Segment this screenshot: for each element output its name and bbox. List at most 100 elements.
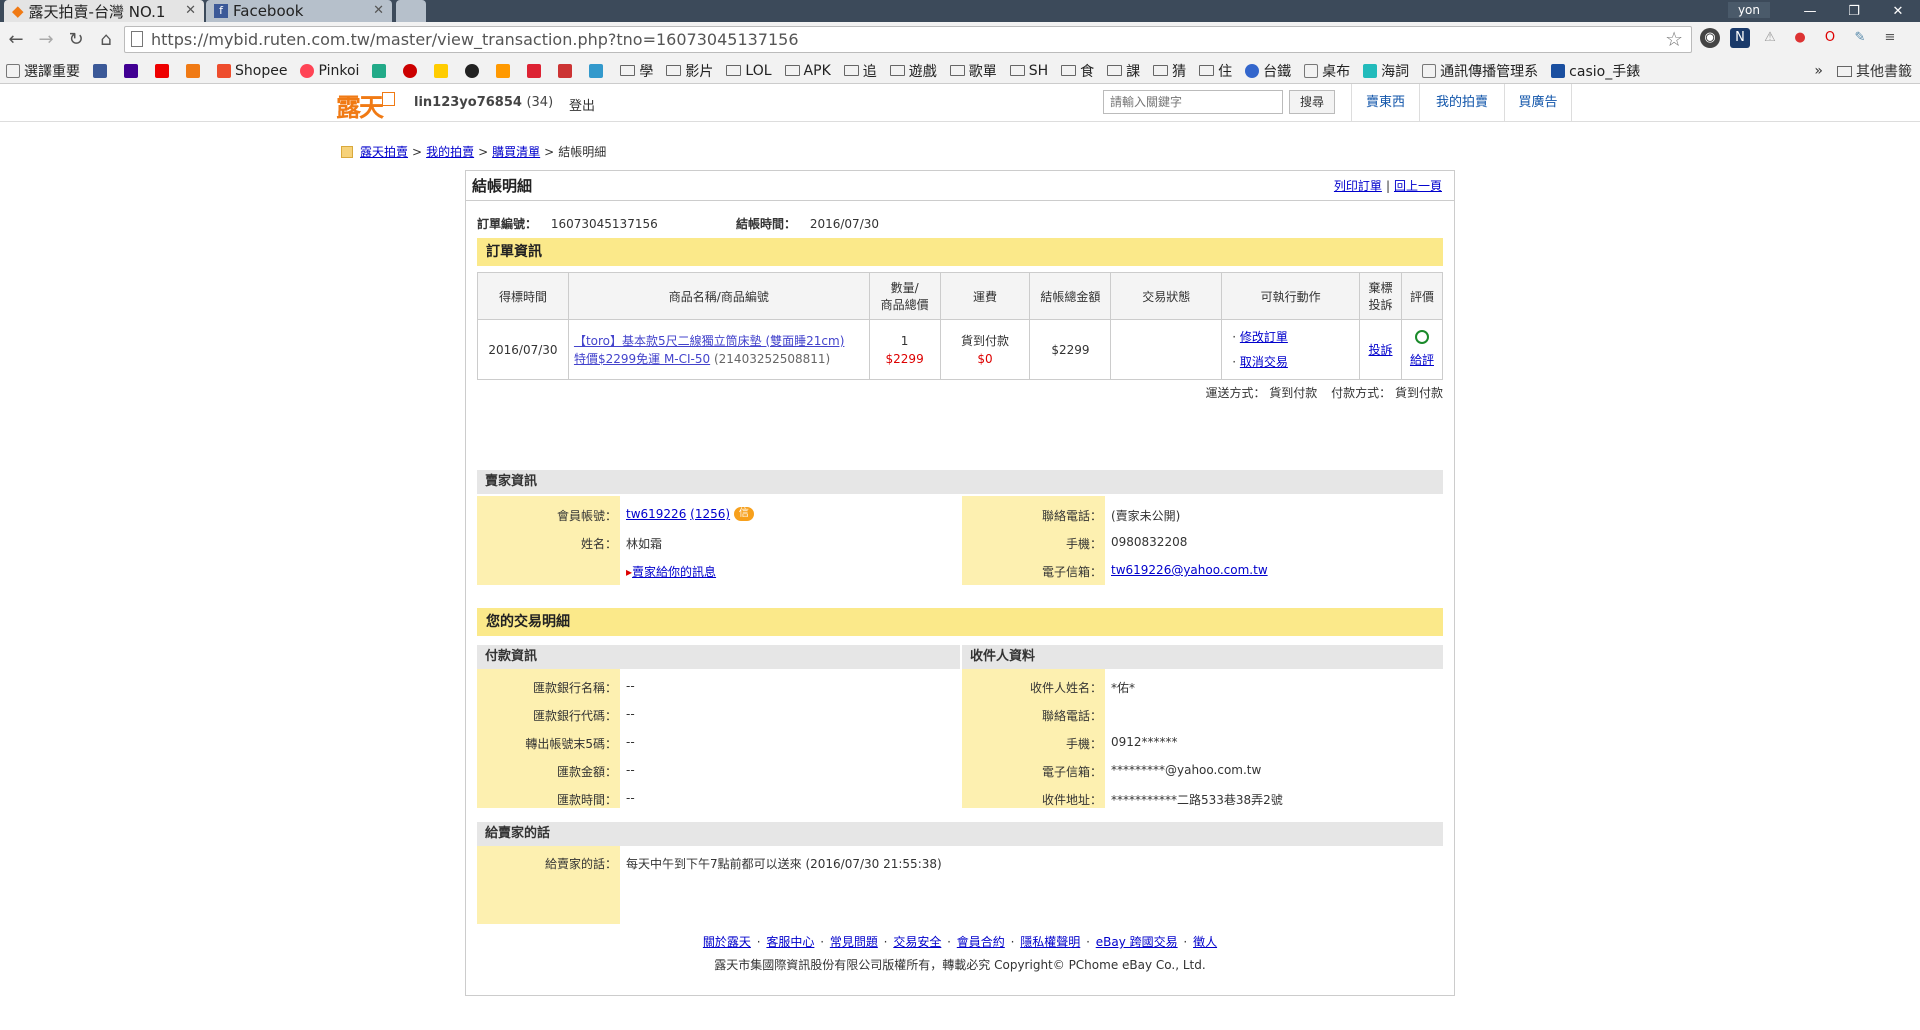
bookmark-folder[interactable]: 遊戲 [889, 61, 937, 81]
breadcrumb-ruten[interactable]: 露天拍賣 [360, 143, 408, 160]
footer-jobs[interactable]: 徵人 [1193, 935, 1217, 949]
logout-link[interactable]: 登出 [569, 95, 595, 114]
bookmark-item[interactable] [93, 63, 111, 78]
folder-icon [784, 65, 800, 76]
bookmark-folder[interactable]: 學 [620, 61, 653, 81]
restore-icon[interactable]: ❐ [1832, 4, 1876, 19]
page-icon [1422, 63, 1437, 78]
bookmark-item[interactable]: 桌布 [1304, 61, 1350, 81]
nav-buy-ads[interactable]: 買廣告 [1504, 84, 1572, 121]
copyright: 露天市集國際資訊股份有限公司版權所有，轉載必究 Copyright© PChom… [714, 958, 1206, 972]
footer-safety[interactable]: 交易安全 [893, 935, 941, 949]
minimize-icon[interactable]: — [1788, 4, 1832, 19]
url-field[interactable]: https://mybid.ruten.com.tw/master/view_t… [124, 26, 1692, 53]
bookmark-icon [589, 63, 604, 78]
bookmark-folder[interactable]: SH [1009, 63, 1048, 79]
folder-icon [666, 65, 682, 76]
positive-rating-icon[interactable] [1414, 329, 1429, 344]
bookmark-folder[interactable]: 歌單 [949, 61, 997, 81]
bookmark-folder[interactable]: 猜 [1153, 61, 1186, 81]
seller-message-link[interactable]: 賣家給你的訊息 [632, 565, 716, 579]
bookmark-item[interactable] [186, 63, 204, 78]
bookmark-folder[interactable]: LOL [726, 63, 772, 79]
folder-icon [1009, 65, 1025, 76]
footer-about[interactable]: 關於露天 [703, 935, 751, 949]
menu-icon[interactable]: ≡ [1880, 28, 1900, 48]
search-button[interactable]: 搜尋 [1289, 90, 1335, 114]
bookmark-folder[interactable]: APK [784, 63, 831, 79]
shopee-icon [217, 63, 231, 78]
extension-icon[interactable]: ● [1790, 28, 1810, 48]
bookmark-item[interactable]: Pinkoi [300, 63, 359, 79]
seller-info-header: 賣家資訊 [477, 470, 1443, 494]
bookmark-folder[interactable]: 追 [843, 61, 877, 81]
extension-icon[interactable]: N [1730, 28, 1750, 48]
home-icon[interactable]: ⌂ [94, 28, 118, 52]
bookmark-folder[interactable]: 影片 [666, 61, 713, 81]
breadcrumb-purchase-list[interactable]: 購買清單 [492, 143, 540, 160]
close-tab-icon[interactable]: ✕ [373, 3, 384, 18]
bookmark-item[interactable] [155, 63, 173, 78]
tab-ruten[interactable]: ◆ 露天拍賣-台灣 NO.1 ✕ [4, 0, 204, 22]
close-tab-icon[interactable]: ✕ [185, 3, 196, 18]
bookmark-folder[interactable]: 住 [1199, 61, 1232, 81]
username[interactable]: lin123yo76854 (34) [414, 95, 553, 110]
other-bookmarks[interactable]: » 其他書籤 [1814, 58, 1912, 84]
bookmark-item[interactable] [403, 63, 421, 78]
cancel-transaction-link[interactable]: 取消交易 [1240, 355, 1288, 369]
extension-icon[interactable]: ⚠ [1760, 28, 1780, 48]
home-icon [341, 145, 353, 158]
seller-email-link[interactable]: tw619226@yahoo.com.tw [1111, 563, 1268, 577]
extension-icon[interactable]: ✎ [1850, 28, 1870, 48]
footer-privacy[interactable]: 隱私權聲明 [1020, 935, 1080, 949]
breadcrumb-my-auction[interactable]: 我的拍賣 [426, 143, 474, 160]
pinkoi-icon [300, 63, 315, 78]
back-icon[interactable]: ← [4, 28, 28, 52]
yahoo-icon [124, 63, 138, 78]
bookmark-item[interactable] [527, 63, 545, 78]
forward-icon[interactable]: → [34, 28, 58, 52]
modify-order-link[interactable]: 修改訂單 [1240, 330, 1288, 344]
footer-support[interactable]: 客服中心 [766, 935, 814, 949]
bookmark-item[interactable] [372, 63, 390, 78]
extension-icon[interactable]: ◉ [1700, 28, 1720, 48]
give-rating-link[interactable]: 給評 [1410, 353, 1434, 367]
chevron-right-icon[interactable]: » [1814, 63, 1823, 79]
profile-badge[interactable]: yon [1727, 2, 1770, 18]
footer-faq[interactable]: 常見問題 [830, 935, 878, 949]
footer-terms[interactable]: 會員合約 [957, 935, 1005, 949]
print-order-link[interactable]: 列印訂單 [1334, 179, 1382, 193]
search-input[interactable] [1103, 90, 1283, 114]
back-link[interactable]: 回上一頁 [1394, 179, 1442, 193]
breadcrumb-current: 結帳明細 [558, 145, 607, 159]
tab-facebook[interactable]: f Facebook ✕ [206, 0, 392, 22]
bookmark-folder[interactable]: 食 [1061, 61, 1094, 81]
bookmark-item[interactable] [124, 63, 142, 78]
col-actions: 可執行動作 [1221, 272, 1361, 320]
ruten-logo[interactable]: 露天 [336, 88, 396, 124]
footer-ebay[interactable]: eBay 跨國交易 [1096, 935, 1178, 949]
nav-sell[interactable]: 賣東西 [1351, 84, 1419, 121]
complaint-link[interactable]: 投訴 [1368, 343, 1392, 357]
bookmark-star-icon[interactable]: ☆ [1665, 27, 1683, 52]
bookmark-item[interactable]: casio_手錶 [1551, 61, 1640, 81]
bookmark-item[interactable] [434, 63, 452, 78]
close-window-icon[interactable]: ✕ [1876, 4, 1920, 19]
seller-rating-link[interactable]: (1256) [690, 507, 730, 521]
new-tab-button[interactable] [396, 0, 426, 22]
bookmark-item[interactable] [465, 63, 483, 78]
bookmark-item[interactable]: 台鐵 [1245, 61, 1291, 81]
breadcrumb: 露天拍賣 > 我的拍賣 > 購買清單 > 結帳明細 [341, 143, 606, 160]
nav-my-auction[interactable]: 我的拍賣 [1419, 84, 1504, 121]
bookmark-item[interactable] [496, 63, 514, 78]
bookmark-item[interactable] [558, 63, 576, 78]
bookmark-item[interactable]: 通訊傳播管理系 [1422, 61, 1538, 81]
bookmark-item[interactable]: Shopee [217, 63, 287, 79]
opera-icon[interactable]: O [1820, 28, 1840, 48]
bookmark-item[interactable]: 海詞 [1363, 61, 1409, 81]
seller-account-link[interactable]: tw619226 [626, 507, 686, 521]
bookmark-item[interactable] [589, 63, 607, 78]
bookmark-item[interactable]: 選譯重要 [6, 61, 80, 81]
bookmark-folder[interactable]: 課 [1107, 61, 1140, 81]
reload-icon[interactable]: ↻ [64, 28, 88, 52]
